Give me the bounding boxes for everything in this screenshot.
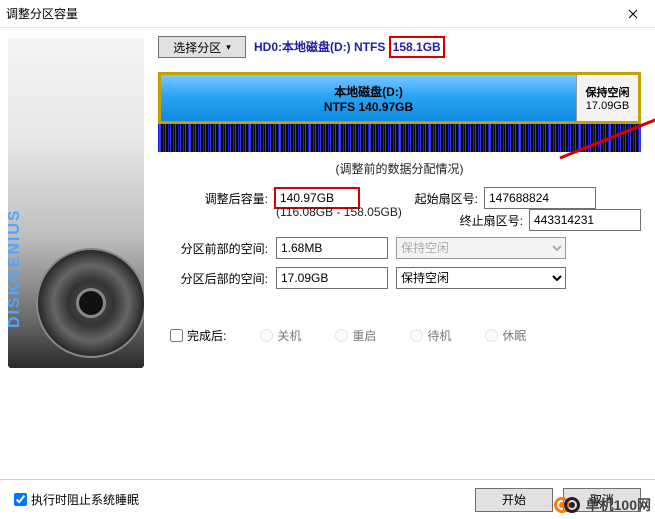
radio-restart xyxy=(335,329,348,342)
space-before-input[interactable] xyxy=(276,237,388,259)
space-after-label: 分区后部的空间: xyxy=(158,270,268,287)
radio-shutdown xyxy=(260,329,273,342)
prevent-sleep-checkbox[interactable] xyxy=(14,493,27,506)
keep-free-value: 17.09GB xyxy=(586,100,629,112)
partition-fs-size: NTFS 140.97GB xyxy=(324,100,413,114)
after-completion-checkbox[interactable] xyxy=(170,329,183,342)
select-partition-button[interactable]: 选择分区 xyxy=(158,36,246,58)
after-completion-label: 完成后: xyxy=(187,327,226,344)
close-button[interactable] xyxy=(617,4,649,24)
partition-name: 本地磁盘(D:) xyxy=(334,83,403,100)
partition-bar[interactable]: 本地磁盘(D:) NTFS 140.97GB 保持空闲 17.09GB xyxy=(158,72,641,124)
usage-strip xyxy=(158,124,641,152)
used-partition-segment[interactable]: 本地磁盘(D:) NTFS 140.97GB xyxy=(161,75,576,121)
watermark: 单机100网 xyxy=(554,495,651,515)
start-button[interactable]: 开始 xyxy=(475,488,553,512)
sidebar xyxy=(0,28,152,519)
disk-illustration xyxy=(8,38,144,368)
end-sector-input[interactable] xyxy=(529,209,641,231)
prevent-sleep-row[interactable]: 执行时阻止系统睡眠 xyxy=(14,491,139,508)
capacity-range: (116.08GB - 158.05GB) xyxy=(276,205,402,225)
window-title: 调整分区容量 xyxy=(6,5,617,22)
after-completion-row: 完成后: 关机 重启 待机 休眠 xyxy=(170,327,641,344)
disk-info: HD0:本地磁盘(D:) NTFS 158.1GB xyxy=(254,36,445,58)
space-after-select[interactable]: 保持空闲 xyxy=(396,267,566,289)
disk-info-prefix: HD0:本地磁盘(D:) NTFS xyxy=(254,40,385,54)
watermark-logo-icon xyxy=(554,495,582,515)
free-partition-segment[interactable]: 保持空闲 17.09GB xyxy=(576,75,638,121)
main-panel: 选择分区 HD0:本地磁盘(D:) NTFS 158.1GB 本地磁盘(D:) … xyxy=(152,28,655,519)
form-area: 调整后容量: 起始扇区号: (116.08GB - 158.05GB) 终止扇区… xyxy=(158,187,641,344)
start-sector-label: 起始扇区号: xyxy=(398,190,478,207)
disk-size-highlight: 158.1GB xyxy=(389,36,445,58)
allocation-caption: (调整前的数据分配情况) xyxy=(158,160,641,177)
after-capacity-label: 调整后容量: xyxy=(158,190,268,207)
radio-hibernate xyxy=(485,329,498,342)
watermark-text: 单机100网 xyxy=(586,495,651,515)
start-sector-input[interactable] xyxy=(484,187,596,209)
space-before-label: 分区前部的空间: xyxy=(158,240,268,257)
space-before-select: 保持空闲 xyxy=(396,237,566,259)
prevent-sleep-label: 执行时阻止系统睡眠 xyxy=(31,491,139,508)
space-after-input[interactable] xyxy=(276,267,388,289)
end-sector-label: 终止扇区号: xyxy=(443,212,523,229)
close-icon xyxy=(628,9,638,19)
keep-free-label: 保持空闲 xyxy=(586,84,630,100)
titlebar: 调整分区容量 xyxy=(0,0,655,28)
radio-standby xyxy=(410,329,423,342)
